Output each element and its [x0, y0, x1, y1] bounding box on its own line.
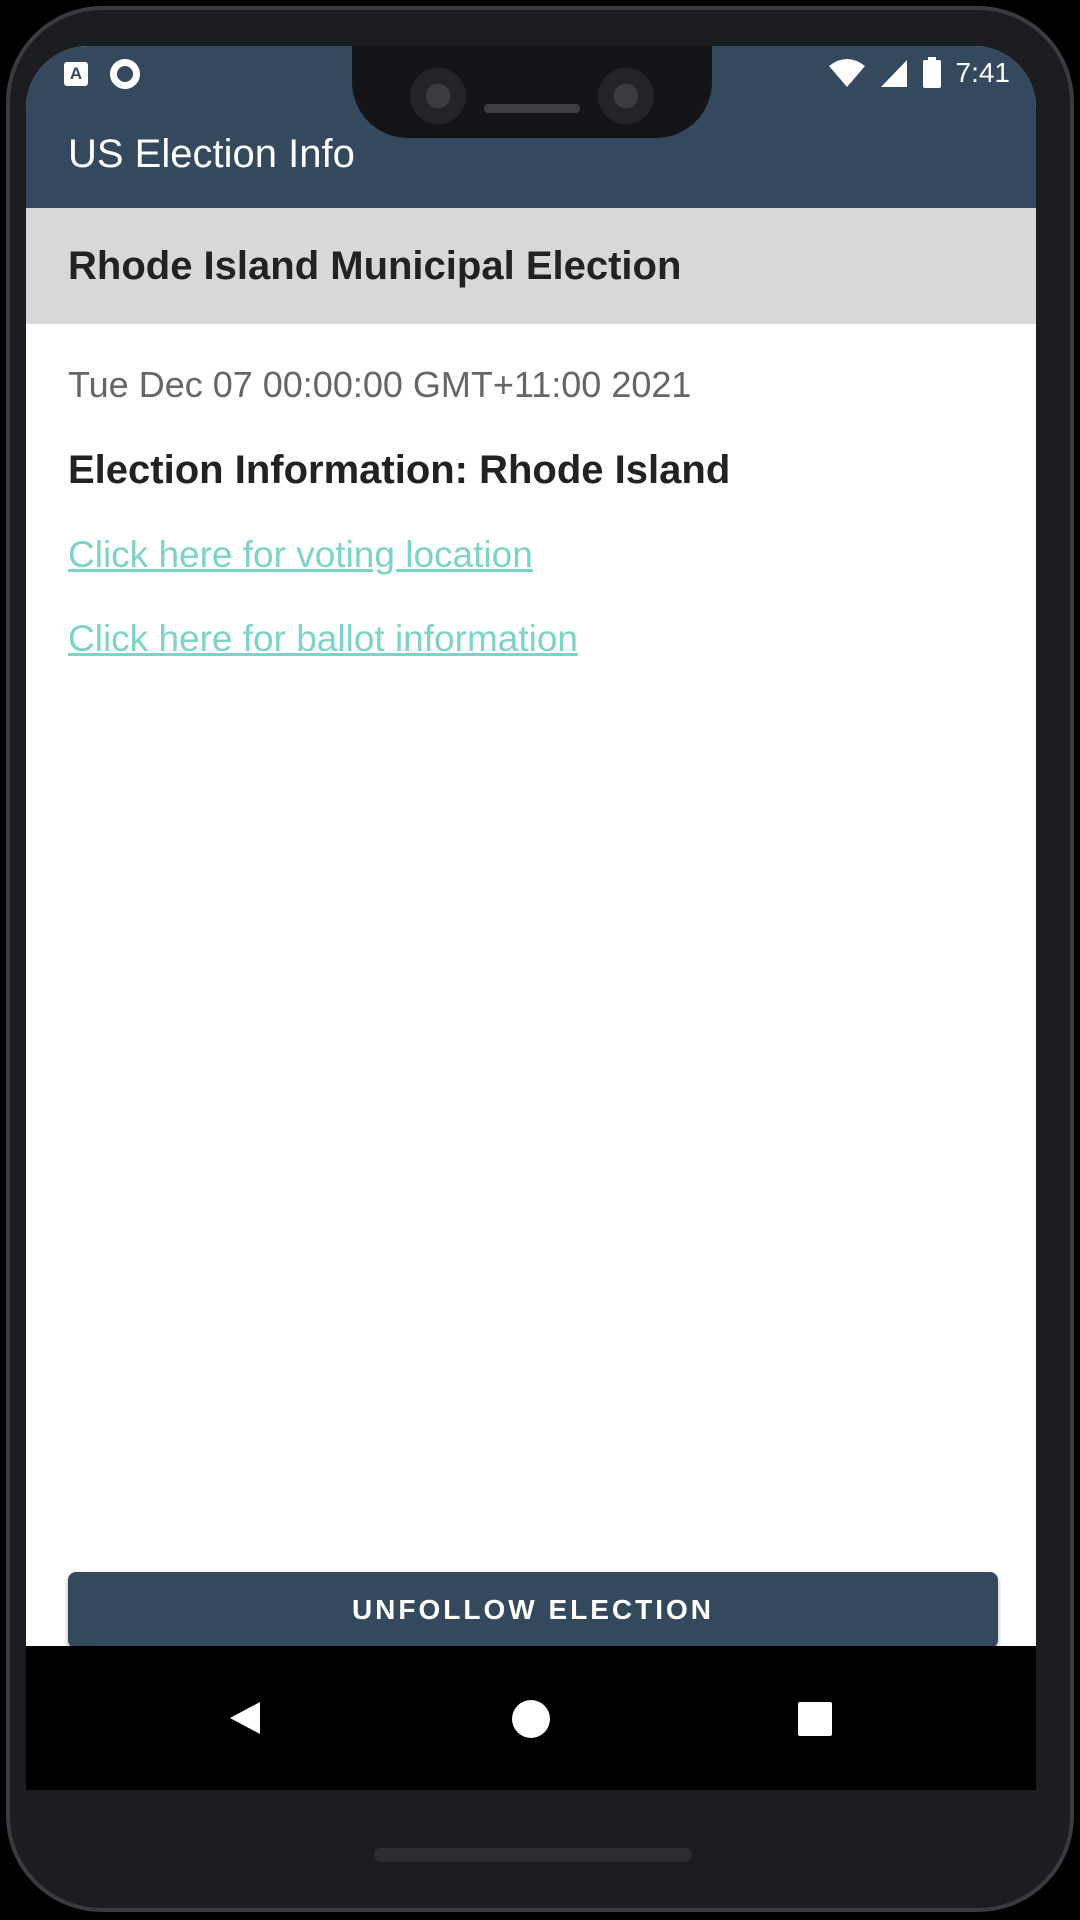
- phone-device: A 7:41 US Election Info Rhode Island Mun…: [0, 0, 1080, 1920]
- camera-icon: [410, 68, 466, 124]
- election-header: Rhode Island Municipal Election: [26, 208, 1036, 324]
- election-date: Tue Dec 07 00:00:00 GMT+11:00 2021: [68, 364, 692, 405]
- voting-location-link[interactable]: Click here for voting location: [68, 534, 533, 576]
- unfollow-election-button[interactable]: UNFOLLOW ELECTION: [68, 1572, 998, 1648]
- camera-notch: [352, 46, 712, 138]
- signal-icon: [880, 60, 907, 87]
- status-bar-left: A: [64, 54, 140, 94]
- wifi-icon: [828, 59, 865, 87]
- circle-notification-icon: [110, 59, 140, 89]
- home-icon[interactable]: [512, 1700, 550, 1738]
- ballot-info-link[interactable]: Click here for ballot information: [68, 618, 578, 660]
- election-info-title: Election Information: Rhode Island: [68, 448, 731, 492]
- speaker-grille: [484, 104, 580, 113]
- battery-icon: [922, 57, 941, 88]
- back-icon[interactable]: [230, 1702, 260, 1734]
- phone-chin-speaker: [374, 1848, 692, 1862]
- app-screen: A 7:41 US Election Info Rhode Island Mun…: [26, 46, 1036, 1790]
- a-notification-icon: A: [64, 62, 88, 86]
- election-name: Rhode Island Municipal Election: [68, 244, 682, 288]
- status-time: 7:41: [955, 57, 1011, 88]
- status-bar-right: 7:41: [828, 52, 1011, 94]
- app-title: US Election Info: [68, 132, 355, 176]
- sensor-icon: [598, 68, 654, 124]
- navigation-bar: [26, 1646, 1036, 1790]
- app-bar: A 7:41 US Election Info: [26, 46, 1036, 208]
- recents-icon[interactable]: [798, 1702, 832, 1736]
